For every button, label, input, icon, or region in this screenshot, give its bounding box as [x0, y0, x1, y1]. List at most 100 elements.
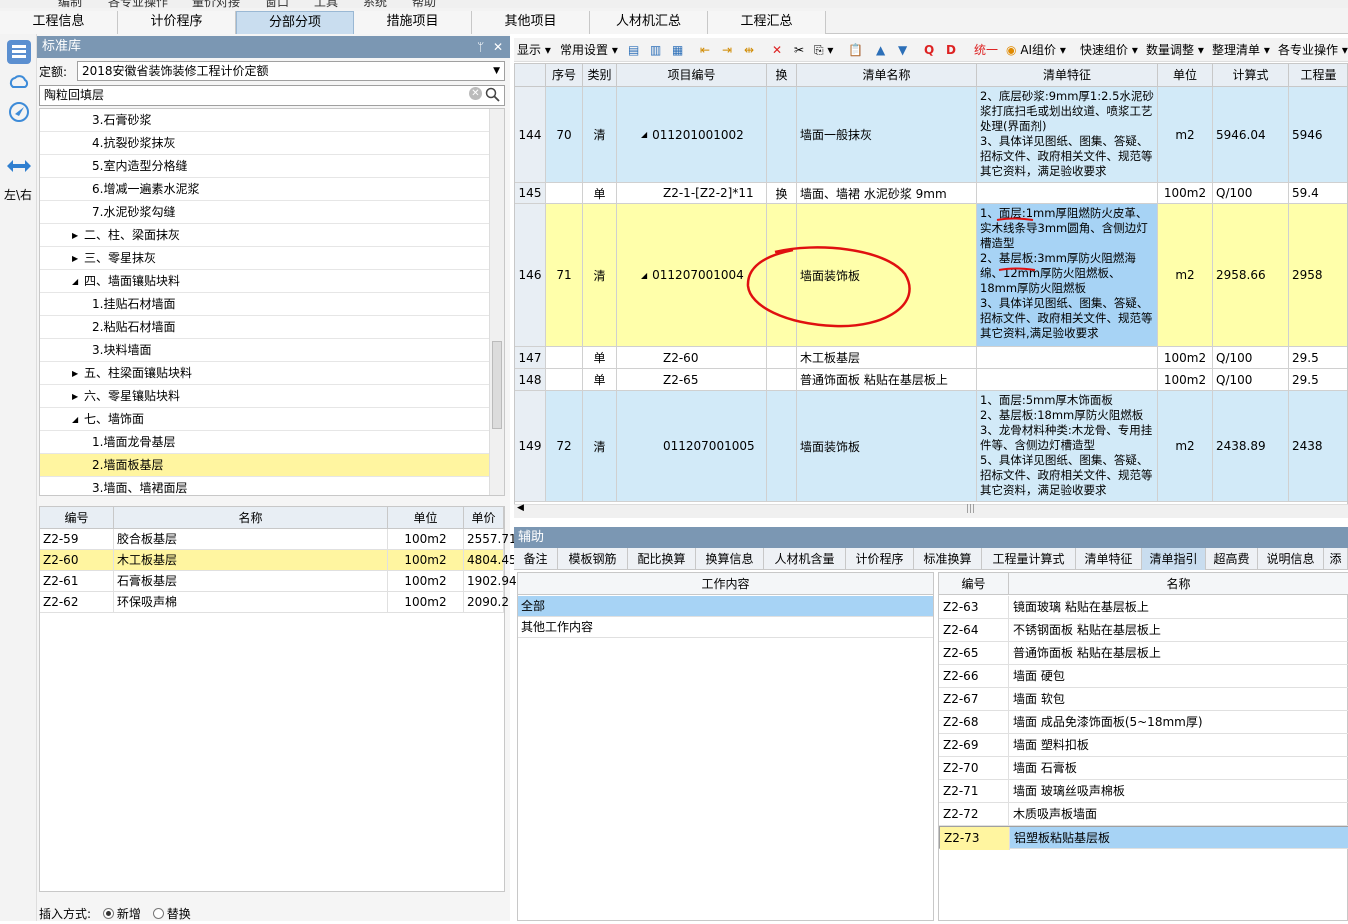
aux-tab[interactable]: 说明信息 [1258, 548, 1324, 570]
aux-tab[interactable]: 超高费 [1206, 548, 1258, 570]
grid-row[interactable]: 145 单 Z2-1-[Z2-2]*11 换墙面、墙裙 水泥砂浆 9mm 100m2 Q/… [515, 183, 1347, 204]
tree-item[interactable]: 3.块料墙面 [40, 339, 490, 362]
tree-item[interactable]: 5.室内造型分格缝 [40, 155, 490, 178]
pin-icon[interactable]: ᛘ [477, 36, 484, 58]
insert-replace-label[interactable]: 替换 [167, 907, 191, 921]
grid-cell-code[interactable]: Z2-1-[Z2-2]*11 [617, 183, 767, 203]
code-item[interactable]: Z2-73 铝塑板粘贴基层板 [939, 826, 1348, 850]
aux-tab[interactable]: 模板钢筋 [558, 548, 628, 570]
code-item[interactable]: Z2-64 不锈钢面板 粘贴在基层板上 [939, 619, 1348, 642]
grid-row[interactable]: 149 72 清 011207001005 墙面装饰板 1、面层:5mm厚木饰面板 2、基… [515, 391, 1347, 502]
menu-item[interactable]: 编制 [58, 0, 82, 8]
qty-adjust-button[interactable]: 数量调整 ▾ [1146, 41, 1204, 59]
tree-item[interactable]: ▶ 三、零星抹灰 [40, 247, 490, 270]
grid-row[interactable]: 146 71 清 ◢ 011207001004 墙面装饰板 1、面层:1mm厚阻燃防火皮革、… [515, 204, 1347, 347]
aux-tab[interactable]: 工程量计算式 [982, 548, 1076, 570]
grid-cell-formula[interactable]: Q/100 [1213, 347, 1289, 368]
expand-arrow-icon[interactable]: ▶ [72, 224, 78, 247]
grid-cell-name[interactable]: 普通饰面板 粘贴在基层板上 [797, 369, 977, 390]
grid-row[interactable]: 148 单 Z2-65 普通饰面板 粘贴在基层板上 100m2 Q/100 29.5 [515, 369, 1347, 391]
clear-icon[interactable]: ✕ [469, 87, 482, 100]
grid-cell-code[interactable]: Z2-65 [617, 369, 767, 390]
aux-tab[interactable]: 计价程序 [846, 548, 914, 570]
scroll-grip[interactable]: ||| [966, 504, 975, 514]
grid-row[interactable]: 147 单 Z2-60 木工板基层 100m2 Q/100 29.5 [515, 347, 1347, 369]
work-content-item[interactable]: 全部 [518, 596, 933, 617]
library-search-input[interactable]: 陶粒回填层 ✕ [39, 85, 505, 106]
insert-child-icon[interactable]: ▥ [650, 41, 661, 59]
menu-item[interactable]: 量价对接 [192, 0, 240, 8]
grid-cell-feature[interactable]: 1、面层:1mm厚阻燃防火皮革、实木线条导3mm圆角、含侧边灯槽造型 2、基层板… [977, 204, 1158, 346]
aux-tab[interactable]: 清单特征 [1076, 548, 1142, 570]
database-icon[interactable] [7, 40, 31, 64]
insert-new-label[interactable]: 新增 [117, 907, 141, 921]
code-item[interactable]: Z2-71 墙面 玻璃丝吸声棉板 [939, 780, 1348, 803]
grid-cell-formula[interactable]: 2958.66 [1213, 204, 1289, 346]
detail-row[interactable]: Z2-61 石膏板基层 100m2 1902.94 [40, 571, 517, 592]
work-content-item[interactable]: 其他工作内容 [518, 617, 933, 638]
insert-replace-radio[interactable] [152, 908, 164, 919]
aux-tab[interactable]: 清单指引 [1142, 548, 1206, 570]
code-item[interactable]: Z2-70 墙面 石膏板 [939, 757, 1348, 780]
tree-item[interactable]: 2.墙面板基层 [40, 454, 490, 477]
detail-row[interactable]: Z2-59 胶合板基层 100m2 2557.71 [40, 529, 517, 550]
display-button[interactable]: 显示 ▾ [517, 41, 551, 59]
grid-cell-code[interactable]: ◢ 011201001002 [617, 87, 767, 182]
d-icon[interactable]: D [946, 41, 956, 59]
menu-item[interactable]: 帮助 [412, 0, 436, 8]
navigate-icon[interactable] [7, 100, 31, 124]
menu-item[interactable]: 系统 [363, 0, 387, 8]
main-tab[interactable]: 其他项目 [472, 11, 590, 34]
tree-item[interactable]: ▶ 二、柱、梁面抹灰 [40, 224, 490, 247]
move-down-icon[interactable]: ▼ [898, 41, 907, 59]
grid-cell-feature[interactable] [977, 347, 1158, 368]
expand-icon[interactable]: ⇹ [744, 41, 754, 59]
aux-tab[interactable]: 添 [1324, 548, 1348, 570]
grid-cell-formula[interactable]: Q/100 [1213, 369, 1289, 390]
scroll-left-icon[interactable]: ◀ [517, 503, 524, 513]
delete-icon[interactable]: ✕ [772, 41, 782, 59]
swap-label[interactable]: 左\右 [4, 186, 32, 203]
professional-ops-button[interactable]: 各专业操作 ▾ [1278, 41, 1348, 59]
grid-cell-name[interactable]: 木工板基层 [797, 347, 977, 368]
grid-cell-feature[interactable] [977, 369, 1158, 390]
main-tab[interactable]: 措施项目 [354, 11, 472, 34]
insert-new-radio[interactable] [102, 908, 114, 919]
quota-select[interactable]: 2018安徽省装饰装修工程计价定额 ▼ [77, 61, 505, 81]
menu-item[interactable]: 窗口 [265, 0, 289, 8]
expand-arrow-icon[interactable]: ▶ [72, 247, 78, 270]
close-icon[interactable]: ✕ [493, 36, 503, 58]
copy-icon[interactable]: ⎘ ▾ [814, 41, 833, 59]
main-tab[interactable]: 工程汇总 [708, 11, 826, 34]
expand-arrow-icon[interactable]: ◢ [72, 408, 78, 431]
grid-horizontal-scrollbar[interactable]: ◀ ||| [514, 503, 1348, 518]
tree-item[interactable]: 1.墙面龙骨基层 [40, 431, 490, 454]
chevron-down-icon[interactable]: ▼ [493, 62, 500, 80]
swap-arrows-icon[interactable] [6, 158, 32, 177]
code-item[interactable]: Z2-66 墙面 硬包 [939, 665, 1348, 688]
detail-row[interactable]: Z2-60 木工板基层 100m2 4804.45 [40, 550, 517, 571]
main-tab[interactable]: 计价程序 [118, 11, 236, 34]
code-item[interactable]: Z2-72 木质吸声板墙面 [939, 803, 1348, 826]
aux-tab[interactable]: 配比换算 [628, 548, 696, 570]
collapse-arrow-icon[interactable]: ◢ [641, 271, 647, 280]
main-tab[interactable]: 工程信息 [0, 11, 118, 34]
grid-cell-code[interactable]: Z2-60 [617, 347, 767, 368]
tree-item[interactable]: 3.石膏砂浆 [40, 109, 490, 132]
tree-item[interactable]: 6.增减一遍素水泥浆 [40, 178, 490, 201]
insert-row-icon[interactable]: ▤ [628, 41, 639, 59]
tree-item[interactable]: 2.粘贴石材墙面 [40, 316, 490, 339]
grid-cell-formula[interactable]: Q/100 [1213, 183, 1289, 203]
tree-item[interactable]: 4.抗裂砂浆抹灰 [40, 132, 490, 155]
main-tab[interactable]: 分部分项 [236, 11, 354, 34]
detail-row[interactable]: Z2-62 环保吸声棉 100m2 2090.2 [40, 592, 509, 613]
collapse-arrow-icon[interactable]: ◢ [641, 130, 647, 139]
aux-tab[interactable]: 换算信息 [696, 548, 764, 570]
organize-list-button[interactable]: 整理清单 ▾ [1212, 41, 1270, 59]
grid-cell-formula[interactable]: 2438.89 [1213, 391, 1289, 501]
grid-cell-feature[interactable]: 1、面层:5mm厚木饰面板 2、基层板:18mm厚防火阻燃板 3、龙骨材料种类:… [977, 391, 1158, 501]
code-item[interactable]: Z2-63 镜面玻璃 粘贴在基层板上 [939, 596, 1348, 619]
aux-tab[interactable]: 标准换算 [914, 548, 982, 570]
main-tab[interactable]: 人材机汇总 [590, 11, 708, 34]
grid-cell-name[interactable]: 墙面装饰板 [797, 391, 977, 501]
